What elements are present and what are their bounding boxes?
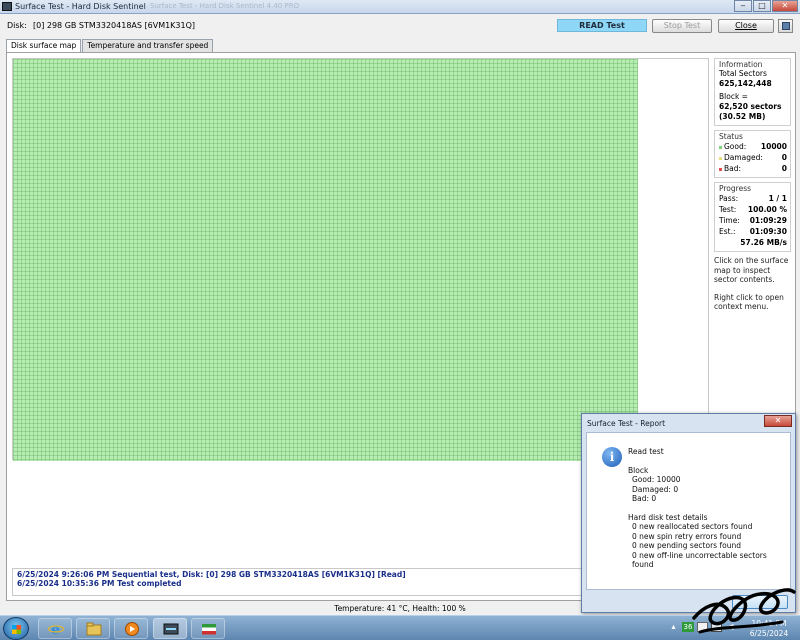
taskbar: e ▴ 36 ◀ 10:41 PM 6/25/2024	[0, 615, 800, 640]
status-box: Status Good: 10000 Damaged: 0 Bad: 0	[714, 130, 791, 178]
background-window-title: Surface Test - Hard Disk Sentinel 4.40 P…	[150, 2, 300, 10]
bad-legend-icon	[719, 167, 722, 171]
tab-bar: Disk surface map Temperature and transfe…	[6, 39, 214, 53]
time-value: 01:09:29	[749, 216, 787, 225]
progress-box: Progress Pass: 1 / 1 Test: 100.00 % Time: 0…	[714, 182, 791, 252]
status-good-value: 10000	[760, 142, 787, 151]
click-hint: Click on the surface map to inspect sect…	[714, 256, 789, 284]
est-value: 01:09:30	[749, 227, 787, 236]
minimize-icon[interactable]: ‒	[734, 0, 752, 12]
status-damaged-value: 0	[781, 153, 787, 162]
media-player-icon[interactable]	[114, 618, 148, 639]
app-icon	[2, 2, 12, 11]
block-size-value: (30.52 MB)	[719, 112, 766, 121]
total-sectors-label: Total Sectors	[719, 69, 767, 78]
surface-map-blocks[interactable]	[13, 59, 638, 461]
stop-test-button[interactable]: Stop Test	[652, 19, 712, 33]
tab-temperature-transfer-speed[interactable]: Temperature and transfer speed	[82, 39, 214, 52]
info-icon: i	[602, 447, 622, 467]
status-bad-label: Bad:	[724, 164, 742, 173]
svg-text:e: e	[51, 622, 60, 636]
report-body: i Read test Block Good: 10000 Damaged: 0…	[586, 432, 791, 590]
tab-disk-surface-map[interactable]: Disk surface map	[6, 39, 82, 53]
status-title: Status	[719, 132, 743, 141]
hdsentinel-icon[interactable]	[153, 618, 187, 639]
disk-toolbar: Disk: [0] 298 GB STM3320418AS [6VM1K31Q]…	[0, 14, 800, 38]
info-sidebar: Information Total Sectors 625,142,448 Bl…	[714, 58, 791, 320]
total-sectors-value: 625,142,448	[719, 79, 772, 88]
status-good-row: Good: 10000	[719, 141, 787, 152]
report-bad: Bad: 0	[632, 494, 657, 503]
report-detail-line: 0 new pending sectors found	[632, 541, 741, 550]
report-details-title: Hard disk test details	[628, 512, 708, 522]
good-legend-icon	[719, 145, 722, 149]
progress-time-row: Time: 01:09:29	[719, 215, 787, 226]
progress-est-row: Est.: 01:09:30	[719, 226, 787, 237]
signature-scribble	[692, 588, 796, 634]
event-log[interactable]: 6/25/2024 9:26:06 PM Sequential test, Di…	[12, 568, 587, 596]
progress-pass-row: Pass: 1 / 1	[719, 193, 787, 204]
damaged-legend-icon	[719, 156, 722, 160]
maximize-icon[interactable]: □	[753, 0, 771, 12]
disk-label: Disk:	[7, 21, 27, 30]
right-click-hint: Right click to open context menu.	[714, 292, 784, 312]
window-controls: ‒ □ ✕	[733, 0, 798, 13]
title-bar: Surface Test - Hard Disk Sentinel Surfac…	[0, 0, 800, 14]
progress-title: Progress	[719, 184, 752, 193]
report-damaged: Damaged: 0	[632, 484, 679, 494]
report-heading: Read test	[628, 447, 664, 456]
status-damaged-row: Damaged: 0	[719, 152, 787, 163]
test-label: Test:	[719, 205, 737, 214]
pass-label: Pass:	[719, 194, 739, 203]
information-box: Information Total Sectors 625,142,448 Bl…	[714, 58, 791, 126]
show-hidden-icons-icon[interactable]: ▴	[668, 622, 679, 632]
pass-value: 1 / 1	[768, 194, 787, 203]
status-good-label: Good:	[724, 142, 747, 151]
start-orb-icon[interactable]	[3, 617, 29, 640]
progress-speed-row: 57.26 MB/s	[719, 237, 787, 248]
report-good: Good: 10000	[632, 475, 681, 484]
block-label: Block =	[719, 92, 748, 101]
explorer-icon[interactable]	[76, 618, 110, 639]
disk-name: [0] 298 GB STM3320418AS [6VM1K31Q]	[33, 21, 196, 30]
ie-icon[interactable]: e	[38, 618, 72, 639]
save-button[interactable]	[778, 19, 793, 33]
status-bad-row: Bad: 0	[719, 163, 787, 174]
test-mode-indicator: READ Test	[557, 19, 647, 32]
surface-map[interactable]	[12, 58, 709, 461]
flag-app-icon[interactable]	[191, 618, 225, 639]
status-damaged-label: Damaged:	[724, 153, 763, 162]
report-block-title: Block	[628, 465, 649, 475]
time-label: Time:	[719, 216, 740, 225]
log-line: 6/25/2024 9:26:06 PM Sequential test, Di…	[17, 570, 406, 579]
report-detail-line: 0 new reallocated sectors found	[632, 522, 753, 531]
log-line: 6/25/2024 10:35:36 PM Test completed	[17, 579, 182, 588]
close-button[interactable]: Close	[718, 19, 774, 33]
report-detail-line: 0 new spin retry errors found	[632, 531, 742, 541]
information-title: Information	[719, 60, 763, 69]
window-title: Surface Test - Hard Disk Sentinel	[15, 2, 146, 11]
close-window-icon[interactable]: ✕	[772, 0, 798, 12]
report-dialog-title: Surface Test - Report	[587, 419, 666, 428]
report-close-icon[interactable]: ✕	[764, 415, 792, 427]
speed-value: 57.26 MB/s	[740, 238, 787, 247]
test-value: 100.00 %	[747, 205, 787, 214]
status-bad-value: 0	[781, 164, 787, 173]
floppy-disk-icon	[782, 22, 790, 30]
block-sectors-value: 62,520 sectors	[719, 102, 782, 111]
est-label: Est.:	[719, 227, 736, 236]
report-text: Read test Block Good: 10000 Damaged: 0 B…	[628, 447, 790, 570]
progress-test-row: Test: 100.00 %	[719, 204, 787, 215]
report-detail-line: 0 new off-line uncorrectable sectors fou…	[632, 550, 767, 570]
